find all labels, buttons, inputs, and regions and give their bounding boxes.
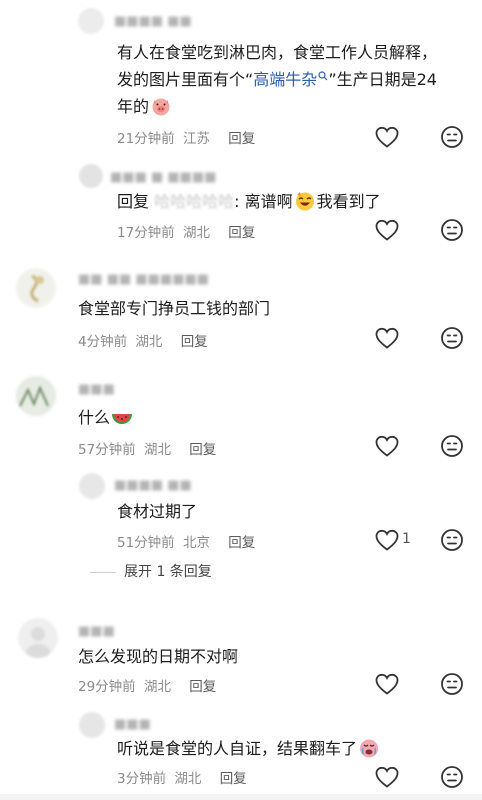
time-ago: 21分钟前 bbox=[117, 131, 175, 147]
frown-face-icon[interactable] bbox=[440, 434, 464, 458]
username[interactable]: ■■■ bbox=[114, 717, 151, 732]
avatar[interactable] bbox=[16, 376, 56, 416]
username[interactable]: ■■■■ ■■ bbox=[114, 478, 192, 493]
location: 湖北 bbox=[143, 679, 171, 695]
avatar[interactable] bbox=[16, 268, 56, 308]
comment-text: 食堂部专门挣员工钱的部门 bbox=[78, 299, 271, 318]
pig-face-emoji-icon bbox=[152, 98, 170, 116]
reply-prefix: 回复 bbox=[117, 192, 150, 211]
avatar-image bbox=[16, 376, 56, 416]
time-ago: 4分钟前 bbox=[78, 334, 128, 350]
comment-text: 什么 bbox=[78, 404, 438, 431]
reply-to-username[interactable]: 哈哈哈哈哈 bbox=[154, 192, 234, 211]
like-count: 1 bbox=[402, 531, 411, 547]
time-ago: 57分钟前 bbox=[78, 442, 136, 458]
comment-meta: 29分钟前 湖北 回复 bbox=[78, 675, 216, 695]
username[interactable]: ■■■ bbox=[78, 624, 115, 639]
heart-outline-icon[interactable] bbox=[374, 672, 400, 696]
comment-meta: 4分钟前 湖北 回复 bbox=[78, 330, 208, 350]
comment-text: 有人在食堂吃到淋巴肉，食堂工作人员解释，发的图片里面有个“高端牛杂 ”生产日期是2… bbox=[117, 39, 447, 120]
comment-meta: 3分钟前 湖北 回复 bbox=[117, 767, 247, 787]
frown-face-icon[interactable] bbox=[440, 218, 464, 242]
frown-face-icon[interactable] bbox=[440, 672, 464, 696]
search-link[interactable]: 高端牛杂 bbox=[253, 70, 328, 89]
expand-replies-button[interactable]: 展开 1 条回复 bbox=[90, 561, 212, 581]
reply-button[interactable]: 回复 bbox=[189, 438, 216, 458]
time-ago: 29分钟前 bbox=[78, 679, 136, 695]
username[interactable]: ■■■ ■ ■■■■ bbox=[110, 170, 217, 185]
username[interactable]: ■■■ bbox=[78, 382, 115, 397]
location: 湖北 bbox=[135, 334, 163, 350]
avatar[interactable] bbox=[78, 8, 104, 34]
location: 北京 bbox=[182, 535, 210, 551]
username[interactable]: ■■■■ ■■ bbox=[114, 14, 192, 29]
heart-outline-icon[interactable] bbox=[374, 528, 400, 552]
comment-text: 食材过期了 bbox=[117, 502, 198, 521]
crying-face-emoji-icon bbox=[360, 739, 379, 758]
watermelon-emoji-icon bbox=[112, 413, 133, 424]
reply-button[interactable]: 回复 bbox=[220, 767, 247, 787]
location: 湖北 bbox=[143, 442, 171, 458]
heart-outline-icon[interactable] bbox=[374, 125, 400, 149]
comment-text-part: 什么 bbox=[78, 408, 111, 427]
heart-outline-icon[interactable] bbox=[374, 326, 400, 350]
reply-button[interactable]: 回复 bbox=[228, 127, 255, 147]
frown-face-icon[interactable] bbox=[440, 326, 464, 350]
bottom-edge bbox=[0, 794, 482, 800]
heart-outline-icon[interactable] bbox=[374, 765, 400, 789]
comment-text-part: 听说是食堂的人自证，结果翻车了 bbox=[117, 739, 358, 758]
comment-meta: 21分钟前 江苏 回复 bbox=[117, 127, 255, 147]
comment-meta: 51分钟前 北京 回复 bbox=[117, 531, 255, 551]
expand-replies-label: 展开 1 条回复 bbox=[124, 564, 212, 580]
reply-button[interactable]: 回复 bbox=[228, 531, 255, 551]
reply-button[interactable]: 回复 bbox=[181, 330, 208, 350]
username[interactable]: ■■ ■■ ■■■■■■ bbox=[78, 272, 209, 287]
location: 湖北 bbox=[182, 225, 210, 241]
comment-text: 听说是食堂的人自证，结果翻车了 bbox=[117, 735, 447, 762]
avatar[interactable] bbox=[18, 618, 58, 658]
frown-face-icon[interactable] bbox=[440, 765, 464, 789]
heart-outline-icon[interactable] bbox=[374, 218, 400, 242]
frown-face-icon[interactable] bbox=[440, 125, 464, 149]
reply-button[interactable]: 回复 bbox=[189, 675, 216, 695]
reply-button[interactable]: 回复 bbox=[228, 221, 255, 241]
comment-text: 怎么发现的日期不对啊 bbox=[78, 647, 239, 666]
avatar[interactable] bbox=[79, 712, 105, 738]
comment-text-part: 我看到了 bbox=[316, 192, 381, 211]
avatar[interactable] bbox=[79, 164, 103, 188]
comment-meta: 17分钟前 湖北 回复 bbox=[117, 221, 255, 241]
location: 湖北 bbox=[174, 771, 202, 787]
avatar-image bbox=[30, 274, 44, 303]
frown-face-icon[interactable] bbox=[440, 528, 464, 552]
heart-outline-icon[interactable] bbox=[374, 434, 400, 458]
time-ago: 51分钟前 bbox=[117, 535, 175, 551]
time-ago: 17分钟前 bbox=[117, 225, 175, 241]
laughing-face-emoji-icon bbox=[295, 192, 314, 211]
avatar-image bbox=[26, 627, 50, 658]
avatar[interactable] bbox=[79, 473, 105, 499]
comment-text-part: : 离谱啊 bbox=[234, 192, 293, 211]
search-link-label: 高端牛杂 bbox=[253, 70, 318, 89]
comment-meta: 57分钟前 湖北 回复 bbox=[78, 438, 216, 458]
expand-divider bbox=[90, 571, 116, 573]
time-ago: 3分钟前 bbox=[117, 771, 167, 787]
location: 江苏 bbox=[182, 131, 210, 147]
search-link-icon bbox=[318, 71, 328, 81]
comment-text: 回复 哈哈哈哈哈: 离谱啊 我看到了 bbox=[117, 188, 447, 215]
